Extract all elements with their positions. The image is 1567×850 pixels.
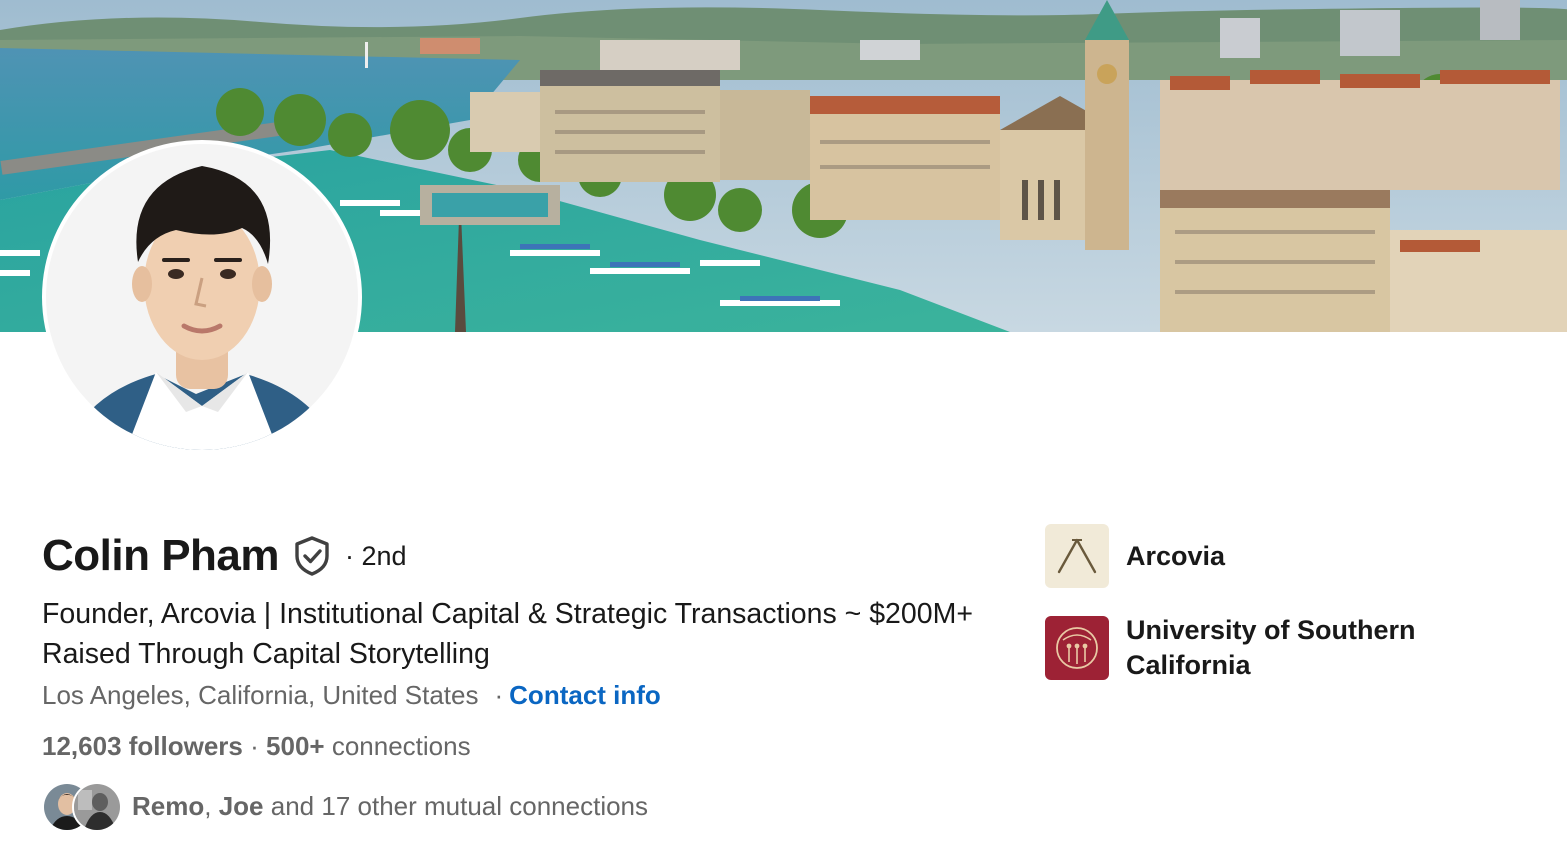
school-name: University of Southern California [1126, 615, 1416, 680]
current-company-item[interactable]: Arcovia [1045, 524, 1225, 588]
followers-count[interactable]: 12,603 followers [42, 731, 243, 761]
name-row: Colin Pham · 2nd [42, 526, 407, 586]
profile-headline: Founder, Arcovia | Institutional Capital… [42, 598, 973, 670]
education-item[interactable]: University of Southern California [1045, 613, 1486, 683]
mutual-avatars [42, 781, 124, 832]
profile-location: Los Angeles, California, United States [42, 680, 479, 710]
profile-name: Colin Pham [42, 531, 280, 580]
arcovia-logo-icon [1045, 524, 1109, 588]
verified-shield-icon[interactable] [293, 535, 331, 577]
mutual-name: Joe [218, 790, 264, 821]
connections-count: 500+ [266, 731, 325, 761]
mutual-connections-text: Remo, Joe and 17 other mutual connection… [132, 791, 648, 822]
location-separator: · [494, 680, 504, 710]
mutual-avatar [72, 782, 122, 832]
mutual-comma: , [204, 790, 212, 821]
mutual-rest: and 17 other mutual connections [270, 790, 649, 821]
location-row: Los Angeles, California, United States · C… [42, 680, 661, 711]
profile-photo[interactable] [42, 140, 362, 454]
connections-link[interactable]: 500+ connections [266, 731, 471, 761]
mutual-name: Remo [132, 790, 205, 821]
company-name: Arcovia [1126, 540, 1226, 571]
mutual-connections-row[interactable]: Remo, Joe and 17 other mutual connection… [42, 781, 648, 832]
connections-label: connections [331, 731, 471, 761]
usc-seal-icon [1045, 616, 1109, 680]
contact-info-link[interactable]: Contact info [509, 680, 661, 710]
connection-degree: · 2nd [345, 540, 407, 571]
stats-row: 12,603 followers · 500+ connections [42, 731, 471, 762]
stats-separator: · [250, 731, 259, 761]
